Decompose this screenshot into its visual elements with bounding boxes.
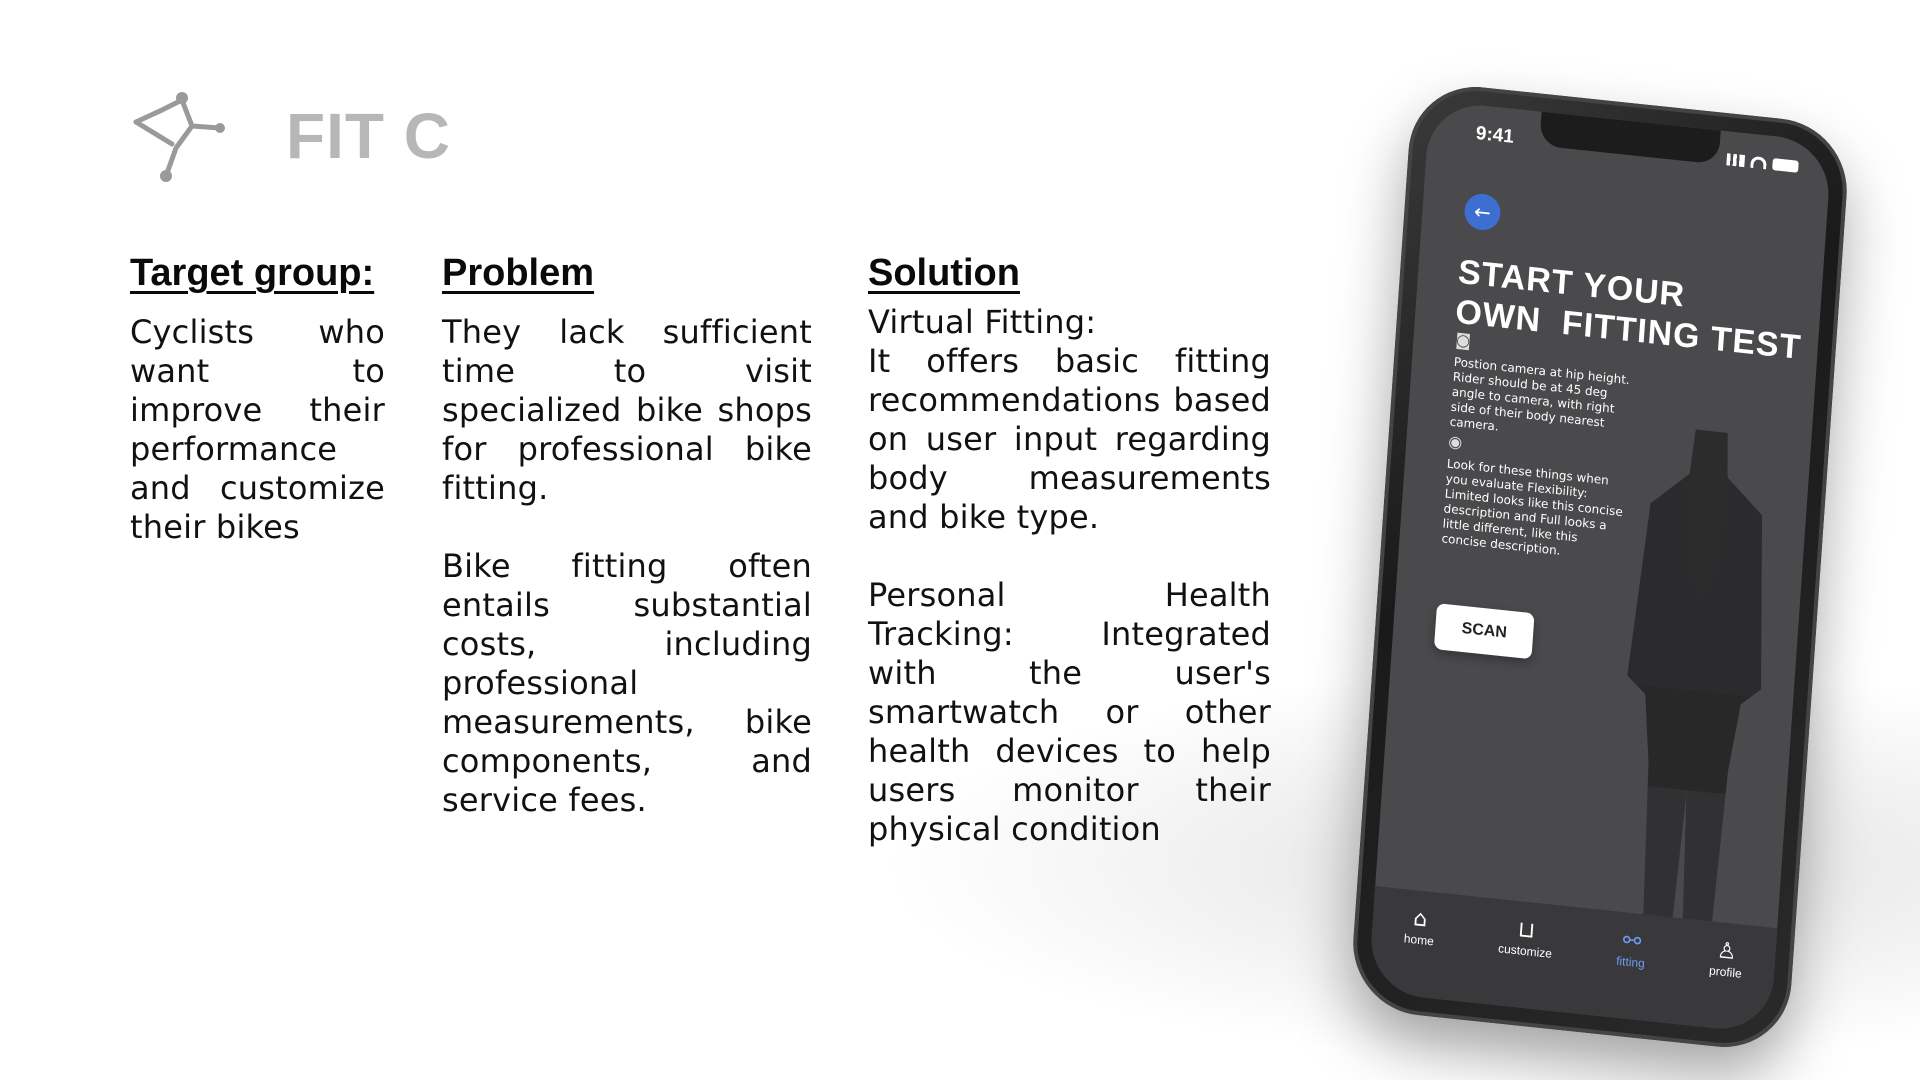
solution-subheading: Virtual Fitting: xyxy=(868,303,1097,341)
user-icon: ♙ xyxy=(1716,938,1738,966)
tab-customize[interactable]: ⊔ customize xyxy=(1498,915,1555,961)
status-icons xyxy=(1726,153,1799,173)
status-time: 9:41 xyxy=(1475,122,1515,148)
phone-mockup: 9:41 ← START YOUR OWN FITTING TEST ◙ Pos… xyxy=(1348,80,1852,1054)
battery-icon xyxy=(1772,158,1799,173)
problem-column: Problem They lack sufficient time to vis… xyxy=(442,252,812,820)
tab-profile[interactable]: ♙ profile xyxy=(1708,937,1744,981)
cart-icon: ⊔ xyxy=(1517,917,1536,944)
phone-screen: 9:41 ← START YOUR OWN FITTING TEST ◙ Pos… xyxy=(1367,99,1833,1035)
signal-icon xyxy=(1726,153,1746,168)
solution-text-1: It offers basic fitting recommendations … xyxy=(868,342,1271,536)
arrow-left-icon: ← xyxy=(1473,199,1492,225)
tab-customize-label: customize xyxy=(1497,941,1553,961)
problem-text-1: They lack sufficient time to visit speci… xyxy=(442,313,812,507)
tab-home[interactable]: ⌂ home xyxy=(1403,905,1436,948)
camera-instruction: ◙ Postion camera at hip height. Rider sh… xyxy=(1449,330,1635,449)
back-button[interactable]: ← xyxy=(1463,192,1502,232)
flexibility-instruction-text: Look for these things when you evaluate … xyxy=(1441,456,1624,558)
tab-fitting[interactable]: ⚯ fitting xyxy=(1615,928,1647,971)
home-icon: ⌂ xyxy=(1412,906,1429,933)
constellation-logo-icon xyxy=(133,92,225,182)
tab-fitting-label: fitting xyxy=(1615,953,1646,971)
solution-heading: Solution xyxy=(868,252,1020,294)
problem-heading: Problem xyxy=(442,252,595,294)
wifi-icon xyxy=(1750,155,1767,170)
flexibility-instruction: ◉ Look for these things when you evaluat… xyxy=(1441,432,1628,566)
logo-text: FIT C xyxy=(286,100,451,172)
tab-home-label: home xyxy=(1403,931,1435,949)
problem-text-2: Bike fitting often entails substantial c… xyxy=(442,547,812,819)
target-group-heading: Target group: xyxy=(130,252,375,294)
tab-profile-label: profile xyxy=(1708,963,1743,981)
camera-instruction-text: Postion camera at hip height. Rider shou… xyxy=(1449,354,1631,434)
target-group-column: Target group: Cyclists who want to impro… xyxy=(130,252,385,547)
logo: FIT C xyxy=(128,88,451,184)
target-group-text: Cyclists who want to improve their perfo… xyxy=(130,313,385,546)
scan-button[interactable]: SCAN xyxy=(1433,603,1535,660)
bike-icon: ⚯ xyxy=(1621,928,1642,956)
